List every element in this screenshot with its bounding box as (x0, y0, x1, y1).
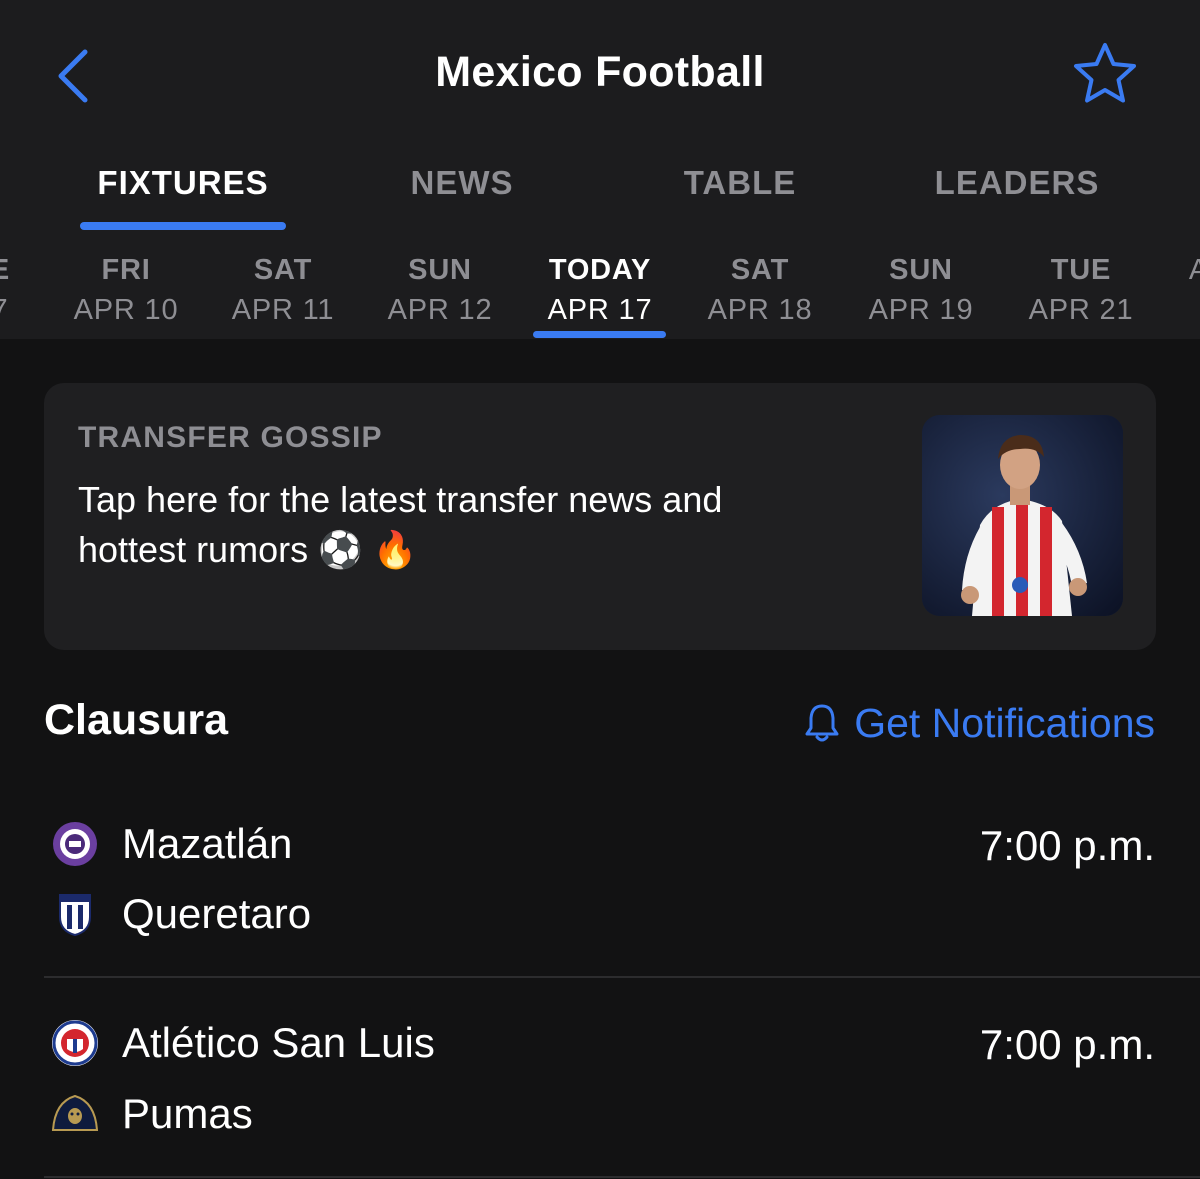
queretaro-crest-icon (50, 889, 100, 939)
mazatlan-crest-icon (50, 819, 100, 869)
transfer-gossip-card[interactable]: TRANSFER GOSSIP Tap here for the latest … (44, 383, 1156, 650)
match-1-home-row[interactable]: Mazatlán (50, 814, 292, 874)
date-active-indicator (533, 331, 666, 338)
match-2-away-row[interactable]: Pumas (50, 1084, 253, 1144)
page-title: Mexico Football (435, 48, 765, 96)
tab-news[interactable]: NEWS (362, 164, 562, 208)
match-2-time: 7:00 p.m. (979, 1021, 1155, 1068)
favorite-button[interactable] (1070, 40, 1140, 106)
date-item-apr-18[interactable]: SAT APR 18 (690, 250, 830, 330)
date-item-apr-11[interactable]: SAT APR 11 (213, 250, 353, 330)
player-photo (922, 415, 1123, 616)
bell-icon (805, 704, 839, 742)
gossip-label: TRANSFER GOSSIP (78, 421, 383, 454)
gossip-text: Tap here for the latest transfer news an… (78, 479, 723, 570)
tab-active-indicator (80, 222, 286, 230)
tab-table[interactable]: TABLE (640, 164, 840, 208)
home-team-name: Mazatlán (122, 820, 293, 867)
date-item-today[interactable]: TODAY APR 17 (525, 250, 675, 330)
match-2-home-row[interactable]: Atlético San Luis (50, 1013, 435, 1073)
star-icon (1074, 43, 1136, 103)
date-item-partial-left[interactable]: E 7 (0, 250, 20, 330)
away-team-name: Queretaro (122, 890, 312, 937)
match-divider (44, 1176, 1200, 1178)
pumas-crest-icon (50, 1089, 100, 1139)
date-item-apr-10[interactable]: FRI APR 10 (56, 250, 196, 330)
match-divider (44, 976, 1200, 978)
top-header: Mexico Football FIXTURES NEWS TABLE LEAD… (0, 0, 1200, 339)
atletico-san-luis-crest-icon (50, 1018, 100, 1068)
date-item-partial-right[interactable]: A (1184, 250, 1200, 330)
away-team-name: Pumas (122, 1090, 253, 1137)
date-item-apr-21[interactable]: TUE APR 21 (1011, 250, 1151, 330)
match-1-time: 7:00 p.m. (979, 822, 1155, 869)
tab-leaders[interactable]: LEADERS (912, 164, 1122, 208)
home-team-name: Atlético San Luis (122, 1019, 435, 1066)
league-title: Clausura (44, 696, 229, 744)
get-notifications-button[interactable]: Get Notifications (804, 698, 1155, 748)
notifications-label: Get Notifications (854, 699, 1155, 746)
date-item-apr-12[interactable]: SUN APR 12 (370, 250, 510, 330)
date-item-apr-19[interactable]: SUN APR 19 (851, 250, 991, 330)
match-1-away-row[interactable]: Queretaro (50, 884, 311, 944)
tab-fixtures[interactable]: FIXTURES (80, 164, 286, 208)
